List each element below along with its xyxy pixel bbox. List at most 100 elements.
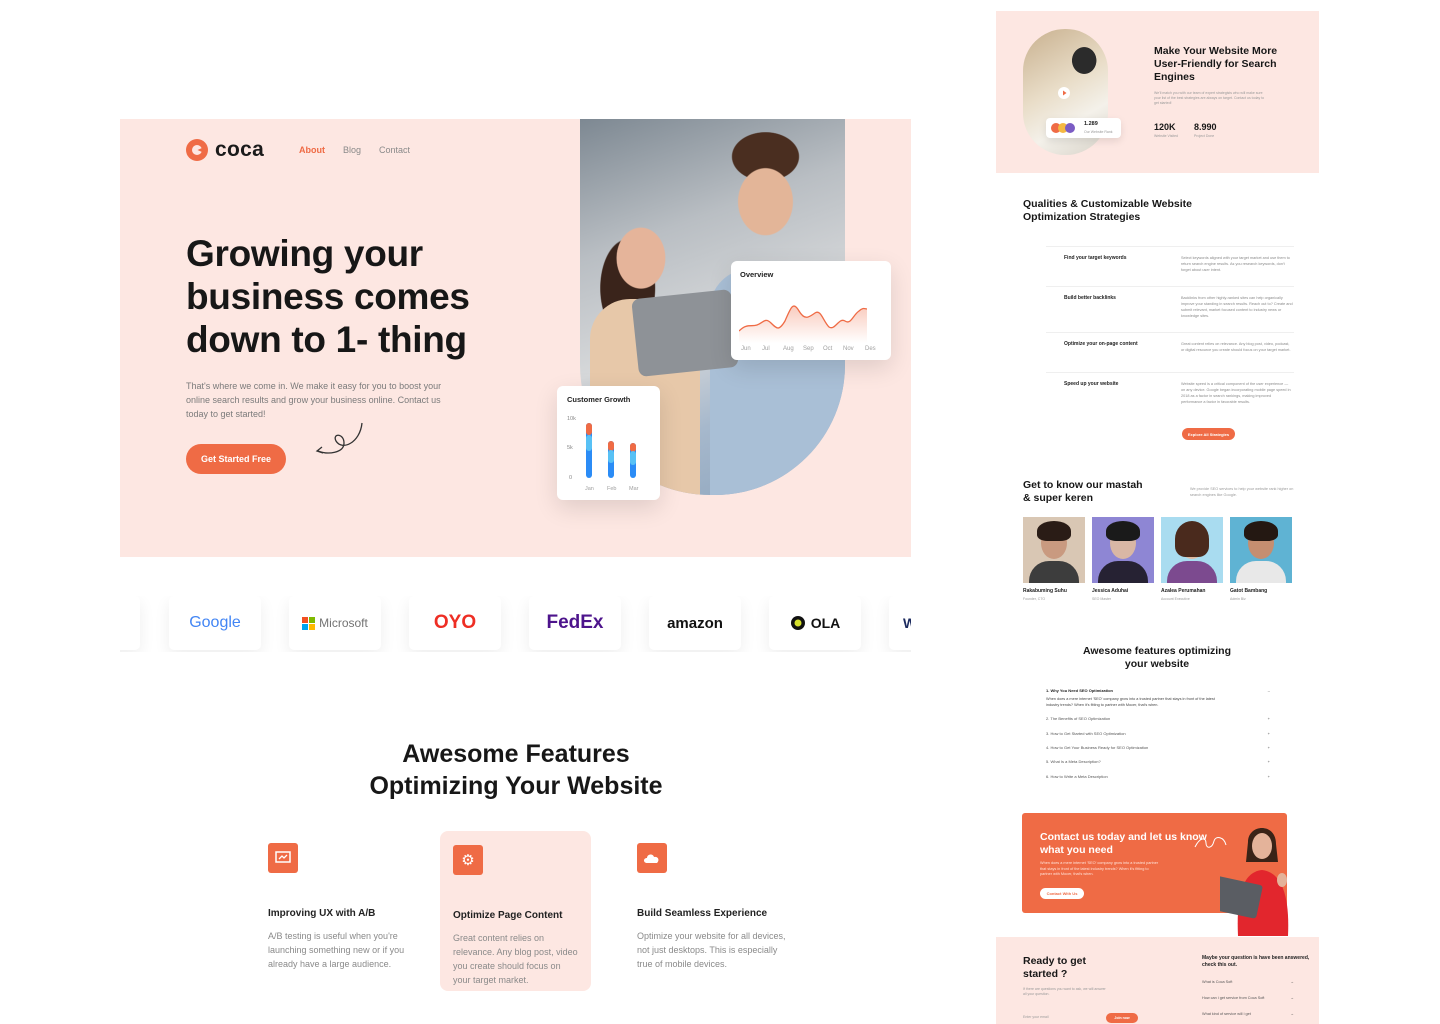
growth-month: Feb <box>607 486 616 492</box>
rank-badge: 1.289 Our Website Rank <box>1046 118 1121 138</box>
ola-logo: OLA <box>769 596 861 650</box>
fedex-logo: FedEx <box>529 596 621 650</box>
team-member-role: Account Executive <box>1161 597 1190 601</box>
strategy-row: Speed up your website Website speed is a… <box>1046 372 1294 418</box>
team-photo <box>1230 517 1292 583</box>
stat-value: 120K <box>1154 122 1176 132</box>
stat-value: 8.990 <box>1194 122 1217 132</box>
team-title: Get to know our mastah & super keren <box>1023 479 1143 504</box>
tablet-image <box>631 288 739 378</box>
faq-item[interactable]: 4. How to Get Your Business Ready for SE… <box>1046 745 1270 750</box>
team-member-role: Founder, CTO <box>1023 597 1046 601</box>
plus-icon: + <box>1267 716 1270 721</box>
plus-icon: + <box>1267 774 1270 779</box>
collapse-icon: – <box>1267 688 1270 693</box>
stat-label: Website Visited <box>1154 134 1178 138</box>
microsoft-logo: Microsoft <box>289 596 381 650</box>
stat-label: Project Done <box>1194 134 1215 138</box>
amazon-logo: amazon <box>649 596 741 650</box>
avatar-group-icon <box>1051 123 1075 133</box>
feature-card[interactable]: Build Seamless Experience Optimize your … <box>637 843 787 971</box>
strategy-name: Optimize your on-page content <box>1064 341 1138 347</box>
team-member-role: Admin Biz <box>1230 597 1246 601</box>
strategy-name: Speed up your website <box>1064 381 1119 387</box>
faq-link[interactable]: How can i get service from Coca Soft → <box>1202 996 1294 1000</box>
overview-month: Sep <box>803 346 814 352</box>
team-member-name: Gatot Bambang <box>1230 588 1268 594</box>
squiggle-arrow-icon <box>315 422 363 454</box>
overview-month: Oct <box>823 346 833 352</box>
explore-strategies-button[interactable]: Explore All Strategies <box>1182 428 1235 440</box>
main-nav: About Blog Contact <box>299 145 410 155</box>
microsoft-icon <box>302 616 316 630</box>
strategy-name: Find your target keywords <box>1064 255 1127 261</box>
strategy-desc: Great content relies on relevance. Any b… <box>1181 342 1291 352</box>
growth-month: Jan <box>585 486 594 492</box>
faq-item[interactable]: 2. The Benefits of SEO Optimization + <box>1046 716 1270 721</box>
customer-growth-chart: Customer Growth 10k 5k 0 Jan Feb Mar <box>567 395 639 492</box>
overview-month: Aug <box>783 346 794 352</box>
growth-tick: 0 <box>569 475 572 481</box>
strategy-row: Optimize your on-page content Great cont… <box>1046 332 1294 372</box>
feature-card[interactable]: ⚙ Optimize Page Content Great content re… <box>453 845 578 987</box>
seo-title: Make Your Website More User-Friendly for… <box>1154 45 1278 83</box>
feature-name: Improving UX with A/B <box>268 908 376 919</box>
ready-title: Ready to get started ? <box>1023 955 1087 980</box>
plus-icon: + <box>1267 745 1270 750</box>
overview-chart: Jun Jul Aug Sep Oct Nov Des <box>739 305 876 352</box>
oyo-logo: OYO <box>409 596 501 650</box>
team-text: We provide SEO services to help your web… <box>1190 487 1294 497</box>
team-member-role: SEO Master <box>1092 597 1112 601</box>
feature-desc: Great content relies on relevance. Any b… <box>453 933 578 985</box>
team-photo <box>1023 517 1085 583</box>
overview-month: Nov <box>843 346 854 352</box>
team-member-name: Rakabuming Suhu <box>1023 588 1067 594</box>
contact-title: Contact us today and let us know what yo… <box>1040 831 1207 856</box>
nav-blog[interactable]: Blog <box>343 145 361 155</box>
strategy-desc: Website speed is a critical component of… <box>1181 382 1291 404</box>
strategy-row: Find your target keywords Select keyword… <box>1046 246 1294 286</box>
nav-about[interactable]: About <box>299 145 325 155</box>
ola-icon <box>790 616 805 630</box>
join-now-button[interactable]: Join now <box>1106 1013 1138 1023</box>
strategy-row: Build better backlinks Backlinks from ot… <box>1046 286 1294 332</box>
ready-section: Ready to get started ? If there are ques… <box>996 937 1319 1024</box>
strategy-desc: Backlinks from other highly-ranked sites… <box>1181 296 1293 318</box>
faq-item[interactable]: 5. What Is a Meta Description? + <box>1046 759 1270 764</box>
feature-card[interactable]: Improving UX with A/B A/B testing is use… <box>268 843 418 971</box>
overview-card: Overview Jun Jul Aug Sep Oct Nov Des <box>731 261 891 360</box>
overview-month: Jul <box>762 346 770 352</box>
ready-text: If there are questions you want to ask, … <box>1023 987 1106 996</box>
play-icon[interactable] <box>1058 87 1070 99</box>
faq-item[interactable]: 6. How to Write a Meta Description + <box>1046 774 1270 779</box>
contact-with-us-button[interactable]: Contact With Us <box>1040 888 1084 899</box>
feature-name: Optimize Page Content <box>453 910 563 921</box>
plus-icon: + <box>1267 759 1270 764</box>
team-photo <box>1092 517 1154 583</box>
team-member-name: Azalea Perumahan <box>1161 588 1206 594</box>
hero-section: coca About Blog Contact Growing your bus… <box>120 119 911 557</box>
seo-text: We'll match you with our team of expert … <box>1154 91 1265 105</box>
strategy-name: Build better backlinks <box>1064 295 1116 301</box>
faq-item[interactable]: 3. How to Get Started with SEO Optimizat… <box>1046 731 1270 736</box>
team-member-name: Jessica Aduhai <box>1092 588 1129 594</box>
cloud-icon <box>637 843 667 873</box>
faq-question-title: Maybe your question is have been answere… <box>1202 955 1310 968</box>
brand-logo[interactable]: coca <box>186 138 264 162</box>
arrow-right-icon: → <box>1290 996 1294 1000</box>
growth-month: Mar <box>629 486 639 492</box>
growth-tick: 10k <box>567 416 576 422</box>
coca-logo-icon <box>186 139 208 161</box>
get-started-button[interactable]: Get Started Free <box>186 444 286 474</box>
seo-section: 1.289 Our Website Rank Make Your Website… <box>996 11 1319 173</box>
presentation-icon <box>268 843 298 873</box>
growth-title: Customer Growth <box>567 395 631 404</box>
faq-link[interactable]: What is Coca Soft → <box>1202 980 1294 984</box>
faq-answer: When does a mere internet 'SEO' company … <box>1046 697 1215 707</box>
brand-name: coca <box>215 138 265 161</box>
faq-item-open[interactable]: 1. Why You Need SEO Optimization – <box>1046 688 1270 693</box>
nav-contact[interactable]: Contact <box>379 145 410 155</box>
faq-link[interactable]: What kind of service will i get → <box>1202 1012 1294 1016</box>
arrow-right-icon: → <box>1290 1012 1294 1016</box>
partner-logos: o Google Microsoft OYO FedEx amazon OLA … <box>120 596 911 652</box>
